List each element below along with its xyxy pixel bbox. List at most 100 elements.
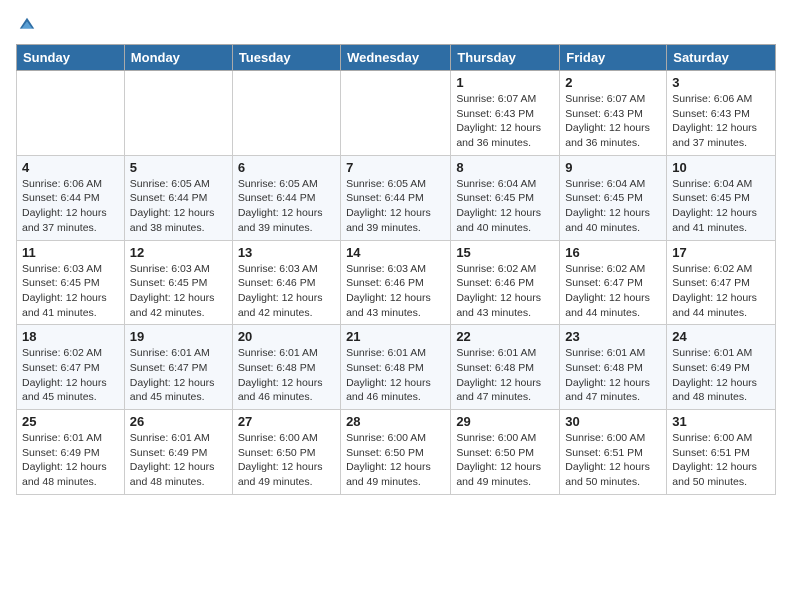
day-info: Sunrise: 6:01 AM Sunset: 6:48 PM Dayligh… [456,346,554,405]
calendar-cell: 21 Sunrise: 6:01 AM Sunset: 6:48 PM Dayli… [341,325,451,410]
calendar-cell [124,71,232,156]
day-info: Sunrise: 6:00 AM Sunset: 6:51 PM Dayligh… [672,431,770,490]
day-number: 16 [565,245,661,260]
calendar-cell: 6 Sunrise: 6:05 AM Sunset: 6:44 PM Daylig… [232,155,340,240]
day-info: Sunrise: 6:03 AM Sunset: 6:46 PM Dayligh… [346,262,445,321]
calendar-cell: 16 Sunrise: 6:02 AM Sunset: 6:47 PM Dayli… [560,240,667,325]
calendar-cell: 4 Sunrise: 6:06 AM Sunset: 6:44 PM Daylig… [17,155,125,240]
day-number: 8 [456,160,554,175]
calendar-header: SundayMondayTuesdayWednesdayThursdayFrid… [17,45,776,71]
calendar-cell [17,71,125,156]
calendar-cell: 24Sunrise: 6:01 AM Sunset: 6:49 PM Dayli… [667,325,776,410]
day-number: 10 [672,160,770,175]
column-header-thursday: Thursday [451,45,560,71]
calendar-cell: 28Sunrise: 6:00 AM Sunset: 6:50 PM Dayli… [341,410,451,495]
day-number: 30 [565,414,661,429]
day-info: Sunrise: 6:02 AM Sunset: 6:47 PM Dayligh… [22,346,119,405]
column-header-sunday: Sunday [17,45,125,71]
column-header-friday: Friday [560,45,667,71]
calendar-cell: 29Sunrise: 6:00 AM Sunset: 6:50 PM Dayli… [451,410,560,495]
day-info: Sunrise: 6:01 AM Sunset: 6:48 PM Dayligh… [346,346,445,405]
day-number: 2 [565,75,661,90]
day-number: 6 [238,160,335,175]
day-number: 23 [565,329,661,344]
day-number: 12 [130,245,227,260]
calendar-cell: 9 Sunrise: 6:04 AM Sunset: 6:45 PM Daylig… [560,155,667,240]
day-info: Sunrise: 6:07 AM Sunset: 6:43 PM Dayligh… [565,92,661,151]
calendar-cell: 2 Sunrise: 6:07 AM Sunset: 6:43 PM Daylig… [560,71,667,156]
day-number: 26 [130,414,227,429]
week-row-2: 4 Sunrise: 6:06 AM Sunset: 6:44 PM Daylig… [17,155,776,240]
day-info: Sunrise: 6:04 AM Sunset: 6:45 PM Dayligh… [456,177,554,236]
day-info: Sunrise: 6:05 AM Sunset: 6:44 PM Dayligh… [238,177,335,236]
calendar-cell: 26 Sunrise: 6:01 AM Sunset: 6:49 PM Dayli… [124,410,232,495]
column-header-wednesday: Wednesday [341,45,451,71]
calendar-cell: 13 Sunrise: 6:03 AM Sunset: 6:46 PM Dayli… [232,240,340,325]
week-row-4: 18 Sunrise: 6:02 AM Sunset: 6:47 PM Dayli… [17,325,776,410]
day-info: Sunrise: 6:06 AM Sunset: 6:44 PM Dayligh… [22,177,119,236]
calendar-cell: 17Sunrise: 6:02 AM Sunset: 6:47 PM Dayli… [667,240,776,325]
day-number: 22 [456,329,554,344]
calendar-cell: 27 Sunrise: 6:00 AM Sunset: 6:50 PM Dayli… [232,410,340,495]
day-number: 1 [456,75,554,90]
day-info: Sunrise: 6:01 AM Sunset: 6:49 PM Dayligh… [130,431,227,490]
calendar-cell: 22 Sunrise: 6:01 AM Sunset: 6:48 PM Dayli… [451,325,560,410]
calendar-cell: 23 Sunrise: 6:01 AM Sunset: 6:48 PM Dayli… [560,325,667,410]
day-info: Sunrise: 6:03 AM Sunset: 6:46 PM Dayligh… [238,262,335,321]
calendar-cell: 15Sunrise: 6:02 AM Sunset: 6:46 PM Dayli… [451,240,560,325]
day-number: 31 [672,414,770,429]
day-number: 13 [238,245,335,260]
day-info: Sunrise: 6:05 AM Sunset: 6:44 PM Dayligh… [130,177,227,236]
day-info: Sunrise: 6:06 AM Sunset: 6:43 PM Dayligh… [672,92,770,151]
day-info: Sunrise: 6:03 AM Sunset: 6:45 PM Dayligh… [22,262,119,321]
page-header [16,16,776,34]
calendar-cell: 30 Sunrise: 6:00 AM Sunset: 6:51 PM Dayli… [560,410,667,495]
day-info: Sunrise: 6:01 AM Sunset: 6:49 PM Dayligh… [672,346,770,405]
calendar-cell: 31 Sunrise: 6:00 AM Sunset: 6:51 PM Dayli… [667,410,776,495]
column-header-tuesday: Tuesday [232,45,340,71]
day-info: Sunrise: 6:01 AM Sunset: 6:48 PM Dayligh… [238,346,335,405]
calendar-cell: 19 Sunrise: 6:01 AM Sunset: 6:47 PM Dayli… [124,325,232,410]
day-number: 3 [672,75,770,90]
calendar-cell: 14 Sunrise: 6:03 AM Sunset: 6:46 PM Dayli… [341,240,451,325]
calendar-cell: 8 Sunrise: 6:04 AM Sunset: 6:45 PM Daylig… [451,155,560,240]
day-number: 7 [346,160,445,175]
day-number: 4 [22,160,119,175]
day-info: Sunrise: 6:00 AM Sunset: 6:51 PM Dayligh… [565,431,661,490]
day-number: 20 [238,329,335,344]
column-header-saturday: Saturday [667,45,776,71]
logo-icon [18,16,36,34]
day-number: 21 [346,329,445,344]
day-info: Sunrise: 6:05 AM Sunset: 6:44 PM Dayligh… [346,177,445,236]
day-info: Sunrise: 6:00 AM Sunset: 6:50 PM Dayligh… [346,431,445,490]
day-info: Sunrise: 6:04 AM Sunset: 6:45 PM Dayligh… [672,177,770,236]
week-row-1: 1 Sunrise: 6:07 AM Sunset: 6:43 PM Daylig… [17,71,776,156]
day-number: 18 [22,329,119,344]
calendar-cell: 1Sunrise: 6:07 AM Sunset: 6:43 PM Daylig… [451,71,560,156]
day-info: Sunrise: 6:01 AM Sunset: 6:48 PM Dayligh… [565,346,661,405]
calendar-cell: 12 Sunrise: 6:03 AM Sunset: 6:45 PM Dayli… [124,240,232,325]
day-info: Sunrise: 6:00 AM Sunset: 6:50 PM Dayligh… [238,431,335,490]
day-number: 27 [238,414,335,429]
week-row-3: 11 Sunrise: 6:03 AM Sunset: 6:45 PM Dayli… [17,240,776,325]
calendar-cell: 10 Sunrise: 6:04 AM Sunset: 6:45 PM Dayli… [667,155,776,240]
day-number: 15 [456,245,554,260]
day-number: 11 [22,245,119,260]
calendar-cell [232,71,340,156]
day-number: 19 [130,329,227,344]
day-info: Sunrise: 6:02 AM Sunset: 6:47 PM Dayligh… [565,262,661,321]
day-info: Sunrise: 6:04 AM Sunset: 6:45 PM Dayligh… [565,177,661,236]
day-info: Sunrise: 6:03 AM Sunset: 6:45 PM Dayligh… [130,262,227,321]
column-header-monday: Monday [124,45,232,71]
calendar-cell: 20 Sunrise: 6:01 AM Sunset: 6:48 PM Dayli… [232,325,340,410]
day-info: Sunrise: 6:00 AM Sunset: 6:50 PM Dayligh… [456,431,554,490]
day-number: 14 [346,245,445,260]
day-info: Sunrise: 6:01 AM Sunset: 6:49 PM Dayligh… [22,431,119,490]
calendar-cell [341,71,451,156]
day-number: 9 [565,160,661,175]
calendar-cell: 18 Sunrise: 6:02 AM Sunset: 6:47 PM Dayli… [17,325,125,410]
calendar-cell: 7 Sunrise: 6:05 AM Sunset: 6:44 PM Daylig… [341,155,451,240]
day-number: 17 [672,245,770,260]
day-info: Sunrise: 6:01 AM Sunset: 6:47 PM Dayligh… [130,346,227,405]
calendar-cell: 5Sunrise: 6:05 AM Sunset: 6:44 PM Daylig… [124,155,232,240]
